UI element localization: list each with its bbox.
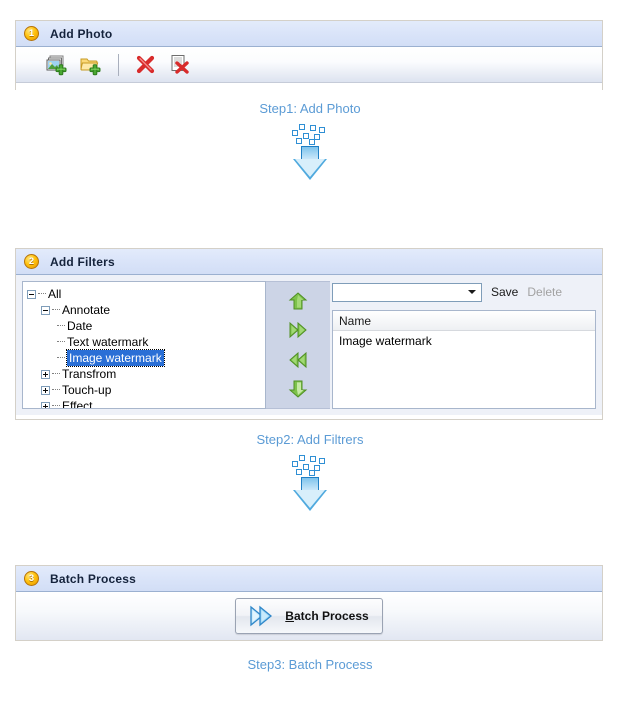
column-header-name: Name xyxy=(339,313,372,328)
step-badge-1: 1 xyxy=(24,26,39,41)
add-photo-icon[interactable] xyxy=(40,50,74,80)
list-item[interactable]: Image watermark xyxy=(333,331,595,351)
double-play-icon xyxy=(250,605,273,627)
tree-connector xyxy=(57,325,65,327)
chevron-down-icon[interactable] xyxy=(468,290,476,294)
tree-node-label: All xyxy=(48,287,62,301)
add-photo-header: 1 Add Photo xyxy=(16,21,602,47)
add-filters-panel: 2 Add Filters All Annotate Date Text wat… xyxy=(15,248,603,420)
pixel-dot xyxy=(296,138,302,144)
tree-node-all[interactable]: All xyxy=(27,286,265,302)
pixel-dot xyxy=(319,127,325,133)
step1-caption: Step1: Add Photo xyxy=(259,101,361,116)
pixel-dot xyxy=(310,125,316,131)
batch-process-button[interactable]: Batch Process xyxy=(235,598,383,634)
batch-process-panel: 3 Batch Process Batch Process xyxy=(15,565,603,641)
pixel-dot xyxy=(292,461,298,467)
add-filters-header: 2 Add Filters xyxy=(16,249,602,275)
tree-connector xyxy=(57,341,65,343)
move-down-button[interactable] xyxy=(286,377,310,401)
accel-rest: atch Process xyxy=(293,609,369,623)
tree-node-label: Annotate xyxy=(62,303,111,317)
pixel-dot xyxy=(309,470,315,476)
toolbar-separator xyxy=(118,53,119,76)
expander-plus-icon[interactable] xyxy=(41,369,50,379)
flow-arrow-1 xyxy=(290,124,330,182)
tree-node-annotate[interactable]: Annotate xyxy=(27,302,265,318)
pixel-dot xyxy=(299,455,305,461)
pixel-dot xyxy=(310,456,316,462)
arrow-head-inner xyxy=(295,490,325,508)
preset-row: Save Delete xyxy=(332,281,596,303)
tree-connector xyxy=(57,357,65,359)
add-photo-toolbar xyxy=(16,47,602,83)
list-item-label: Image watermark xyxy=(339,334,432,348)
step3-caption: Step3: Batch Process xyxy=(247,657,373,672)
tree-node-text-watermark[interactable]: Text watermark xyxy=(27,334,265,350)
tree-node-label: Touch-up xyxy=(62,383,112,397)
batch-process-header: 3 Batch Process xyxy=(16,566,602,592)
batch-process-button-label: Batch Process xyxy=(285,609,368,623)
tree-node-label: Transfrom xyxy=(62,367,117,381)
save-preset-button[interactable]: Save xyxy=(491,285,518,299)
batch-process-body: Batch Process xyxy=(16,592,602,640)
tree-connector xyxy=(52,309,60,311)
add-folder-icon[interactable] xyxy=(74,50,108,80)
selected-filters-list[interactable]: Name Image watermark xyxy=(332,310,596,409)
step2-caption: Step2: Add Filtrers xyxy=(256,432,364,447)
selected-filters-column: Save Delete Name Image watermark xyxy=(330,281,596,409)
add-photo-panel: 1 Add Photo xyxy=(15,20,603,107)
tree-node-label-selected: Image watermark xyxy=(66,349,165,367)
delete-preset-button: Delete xyxy=(527,285,563,299)
add-filter-button[interactable] xyxy=(286,318,310,342)
accel-key: B xyxy=(285,609,294,623)
expander-minus-icon[interactable] xyxy=(41,305,50,315)
batch-process-title: Batch Process xyxy=(50,571,136,586)
tree-node-label: Effect xyxy=(62,399,93,409)
tree-connector xyxy=(38,293,46,295)
tree-node-effect[interactable]: Effect xyxy=(27,398,265,409)
expander-plus-icon[interactable] xyxy=(41,401,50,408)
filter-transfer-buttons xyxy=(266,281,330,409)
pixel-dot xyxy=(309,139,315,145)
add-filters-title: Add Filters xyxy=(50,254,115,269)
move-up-button[interactable] xyxy=(286,289,310,313)
pixel-dot xyxy=(319,458,325,464)
arrow-shaft xyxy=(301,477,319,491)
tree-node-label: Date xyxy=(67,319,93,333)
tree-node-transfrom[interactable]: Transfrom xyxy=(27,366,265,382)
step-badge-2: 2 xyxy=(24,254,39,269)
arrow-head-inner xyxy=(295,159,325,177)
arrow-shaft xyxy=(301,146,319,160)
add-photo-title: Add Photo xyxy=(50,26,113,41)
tree-node-touch-up[interactable]: Touch-up xyxy=(27,382,265,398)
flow-arrow-2 xyxy=(290,455,330,513)
pixel-dot xyxy=(299,124,305,130)
tree-node-image-watermark[interactable]: Image watermark xyxy=(27,349,265,367)
tree-node-date[interactable]: Date xyxy=(27,318,265,334)
tree-node-label: Text watermark xyxy=(67,335,149,349)
step-badge-3: 3 xyxy=(24,571,39,586)
remove-filter-button[interactable] xyxy=(286,348,310,372)
add-filters-body: All Annotate Date Text watermark Image w… xyxy=(16,275,602,415)
remove-all-icon[interactable] xyxy=(163,50,197,80)
list-column-header: Name xyxy=(333,311,595,331)
expander-plus-icon[interactable] xyxy=(41,385,50,395)
pixel-dot xyxy=(296,469,302,475)
preset-combo[interactable] xyxy=(332,282,482,302)
remove-icon[interactable] xyxy=(129,50,163,80)
tree-connector xyxy=(52,373,60,375)
tree-connector xyxy=(52,389,60,391)
pixel-dot xyxy=(292,130,298,136)
filter-category-tree[interactable]: All Annotate Date Text watermark Image w… xyxy=(22,281,266,409)
tree-connector xyxy=(52,405,60,407)
expander-minus-icon[interactable] xyxy=(27,289,36,299)
